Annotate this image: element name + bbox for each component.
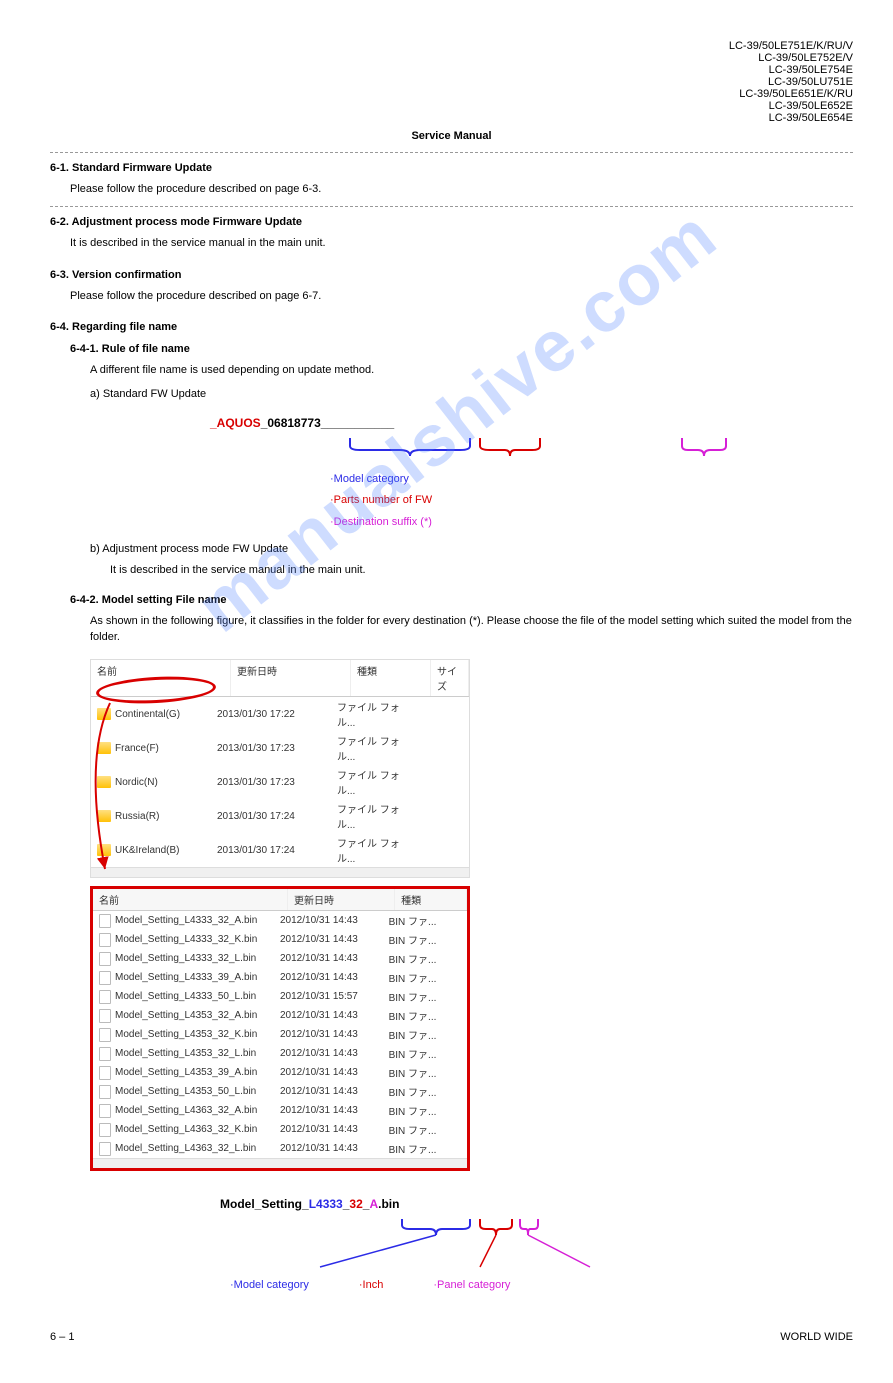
file-row: Model_Setting_L4333_50_L.bin2012/10/31 1… — [93, 987, 467, 1006]
file-icon — [99, 1009, 111, 1023]
file-row: Model_Setting_L4353_39_A.bin2012/10/31 1… — [93, 1063, 467, 1082]
fw-brackets — [50, 436, 853, 466]
fw-update-filename: _AQUOS_06818773___________ — [50, 414, 853, 432]
file-icon — [99, 1123, 111, 1137]
doc-title: Service Manual — [50, 130, 853, 142]
section-6-4-2: 6-4-2. Model setting File name — [50, 593, 853, 608]
file-icon — [99, 971, 111, 985]
col-header-date: 更新日時 — [288, 889, 395, 910]
ms-brackets — [50, 1217, 853, 1247]
file-row: Model_Setting_L4363_32_K.bin2012/10/31 1… — [93, 1120, 467, 1139]
col-header-type: 種類 — [351, 660, 431, 696]
col-header-size: サイズ — [431, 660, 469, 696]
ms-notes: ·Model category ·Inch ·Panel category — [50, 1279, 853, 1291]
header-models: LC-39/50LE751E/K/RU/V LC-39/50LE752E/V L… — [50, 40, 853, 124]
divider — [50, 152, 853, 153]
file-row: Model_Setting_L4333_32_L.bin2012/10/31 1… — [93, 949, 467, 968]
section-6-3-sub: Please follow the procedure described on… — [50, 289, 853, 304]
section-6-3: 6-3. Version confirmation — [50, 268, 853, 283]
ms-note-2: ·Inch — [359, 1279, 383, 1291]
section-6-4-1-a: a) Standard FW Update — [50, 387, 853, 402]
file-icon — [99, 1066, 111, 1080]
file-icon — [99, 1047, 111, 1061]
file-icon — [99, 1028, 111, 1042]
fw-note-1: ·Model category — [50, 472, 853, 487]
footer-page-number: 6 – 1 — [50, 1331, 74, 1343]
file-icon — [99, 914, 111, 928]
page-footer: 6 – 1 WORLD WIDE — [50, 1331, 853, 1343]
section-6-4-2-sub: As shown in the following figure, it cla… — [50, 614, 853, 645]
model-setting-filename: Model_Setting_L4333_32_A.bin — [50, 1195, 853, 1213]
col-header-type: 種類 — [395, 889, 467, 910]
file-row: Model_Setting_L4353_32_K.bin2012/10/31 1… — [93, 1025, 467, 1044]
file-icon — [99, 933, 111, 947]
file-icon — [99, 990, 111, 1004]
folder-row: UK&Ireland(B)2013/01/30 17:24ファイル フォル... — [91, 833, 469, 867]
file-row: Model_Setting_L4333_39_A.bin2012/10/31 1… — [93, 968, 467, 987]
col-header-date: 更新日時 — [231, 660, 351, 696]
explorer-window-files: 名前 更新日時 種類 Model_Setting_L4333_32_A.bin2… — [90, 886, 470, 1171]
file-row: Model_Setting_L4333_32_K.bin2012/10/31 1… — [93, 930, 467, 949]
fw-note-2: ·Parts number of FW — [50, 493, 853, 508]
section-6-2-sub: It is described in the service manual in… — [50, 236, 853, 251]
section-6-1: 6-1. Standard Firmware Update — [50, 161, 853, 176]
divider — [50, 206, 853, 207]
ms-note-1: ·Model category — [230, 1279, 309, 1291]
file-icon — [99, 952, 111, 966]
ms-note-3: ·Panel category — [433, 1279, 510, 1291]
folder-row: Nordic(N)2013/01/30 17:23ファイル フォル... — [91, 765, 469, 799]
scrollbar — [93, 1158, 467, 1168]
folder-row: Russia(R)2013/01/30 17:24ファイル フォル... — [91, 799, 469, 833]
footer-region: WORLD WIDE — [780, 1331, 853, 1343]
file-row: Model_Setting_L4333_32_A.bin2012/10/31 1… — [93, 911, 467, 930]
file-icon — [99, 1142, 111, 1156]
section-6-4-1-b: b) Adjustment process mode FW Update — [50, 542, 853, 557]
file-row: Model_Setting_L4353_50_L.bin2012/10/31 1… — [93, 1082, 467, 1101]
fw-note-3: ·Destination suffix (*) — [50, 515, 853, 530]
section-6-4-1-b-sub: It is described in the service manual in… — [50, 563, 853, 578]
section-6-4: 6-4. Regarding file name — [50, 320, 853, 335]
file-row: Model_Setting_L4363_32_L.bin2012/10/31 1… — [93, 1139, 467, 1158]
file-row: Model_Setting_L4353_32_A.bin2012/10/31 1… — [93, 1006, 467, 1025]
section-6-2: 6-2. Adjustment process mode Firmware Up… — [50, 215, 853, 230]
section-6-4-1-sub: A different file name is used depending … — [50, 363, 853, 378]
scrollbar — [91, 867, 469, 877]
section-6-1-sub: Please follow the procedure described on… — [50, 182, 853, 197]
file-row: Model_Setting_L4353_32_L.bin2012/10/31 1… — [93, 1044, 467, 1063]
file-row: Model_Setting_L4363_32_A.bin2012/10/31 1… — [93, 1101, 467, 1120]
folder-row: France(F)2013/01/30 17:23ファイル フォル... — [91, 731, 469, 765]
file-icon — [99, 1085, 111, 1099]
file-icon — [99, 1104, 111, 1118]
section-6-4-1: 6-4-1. Rule of file name — [50, 342, 853, 357]
